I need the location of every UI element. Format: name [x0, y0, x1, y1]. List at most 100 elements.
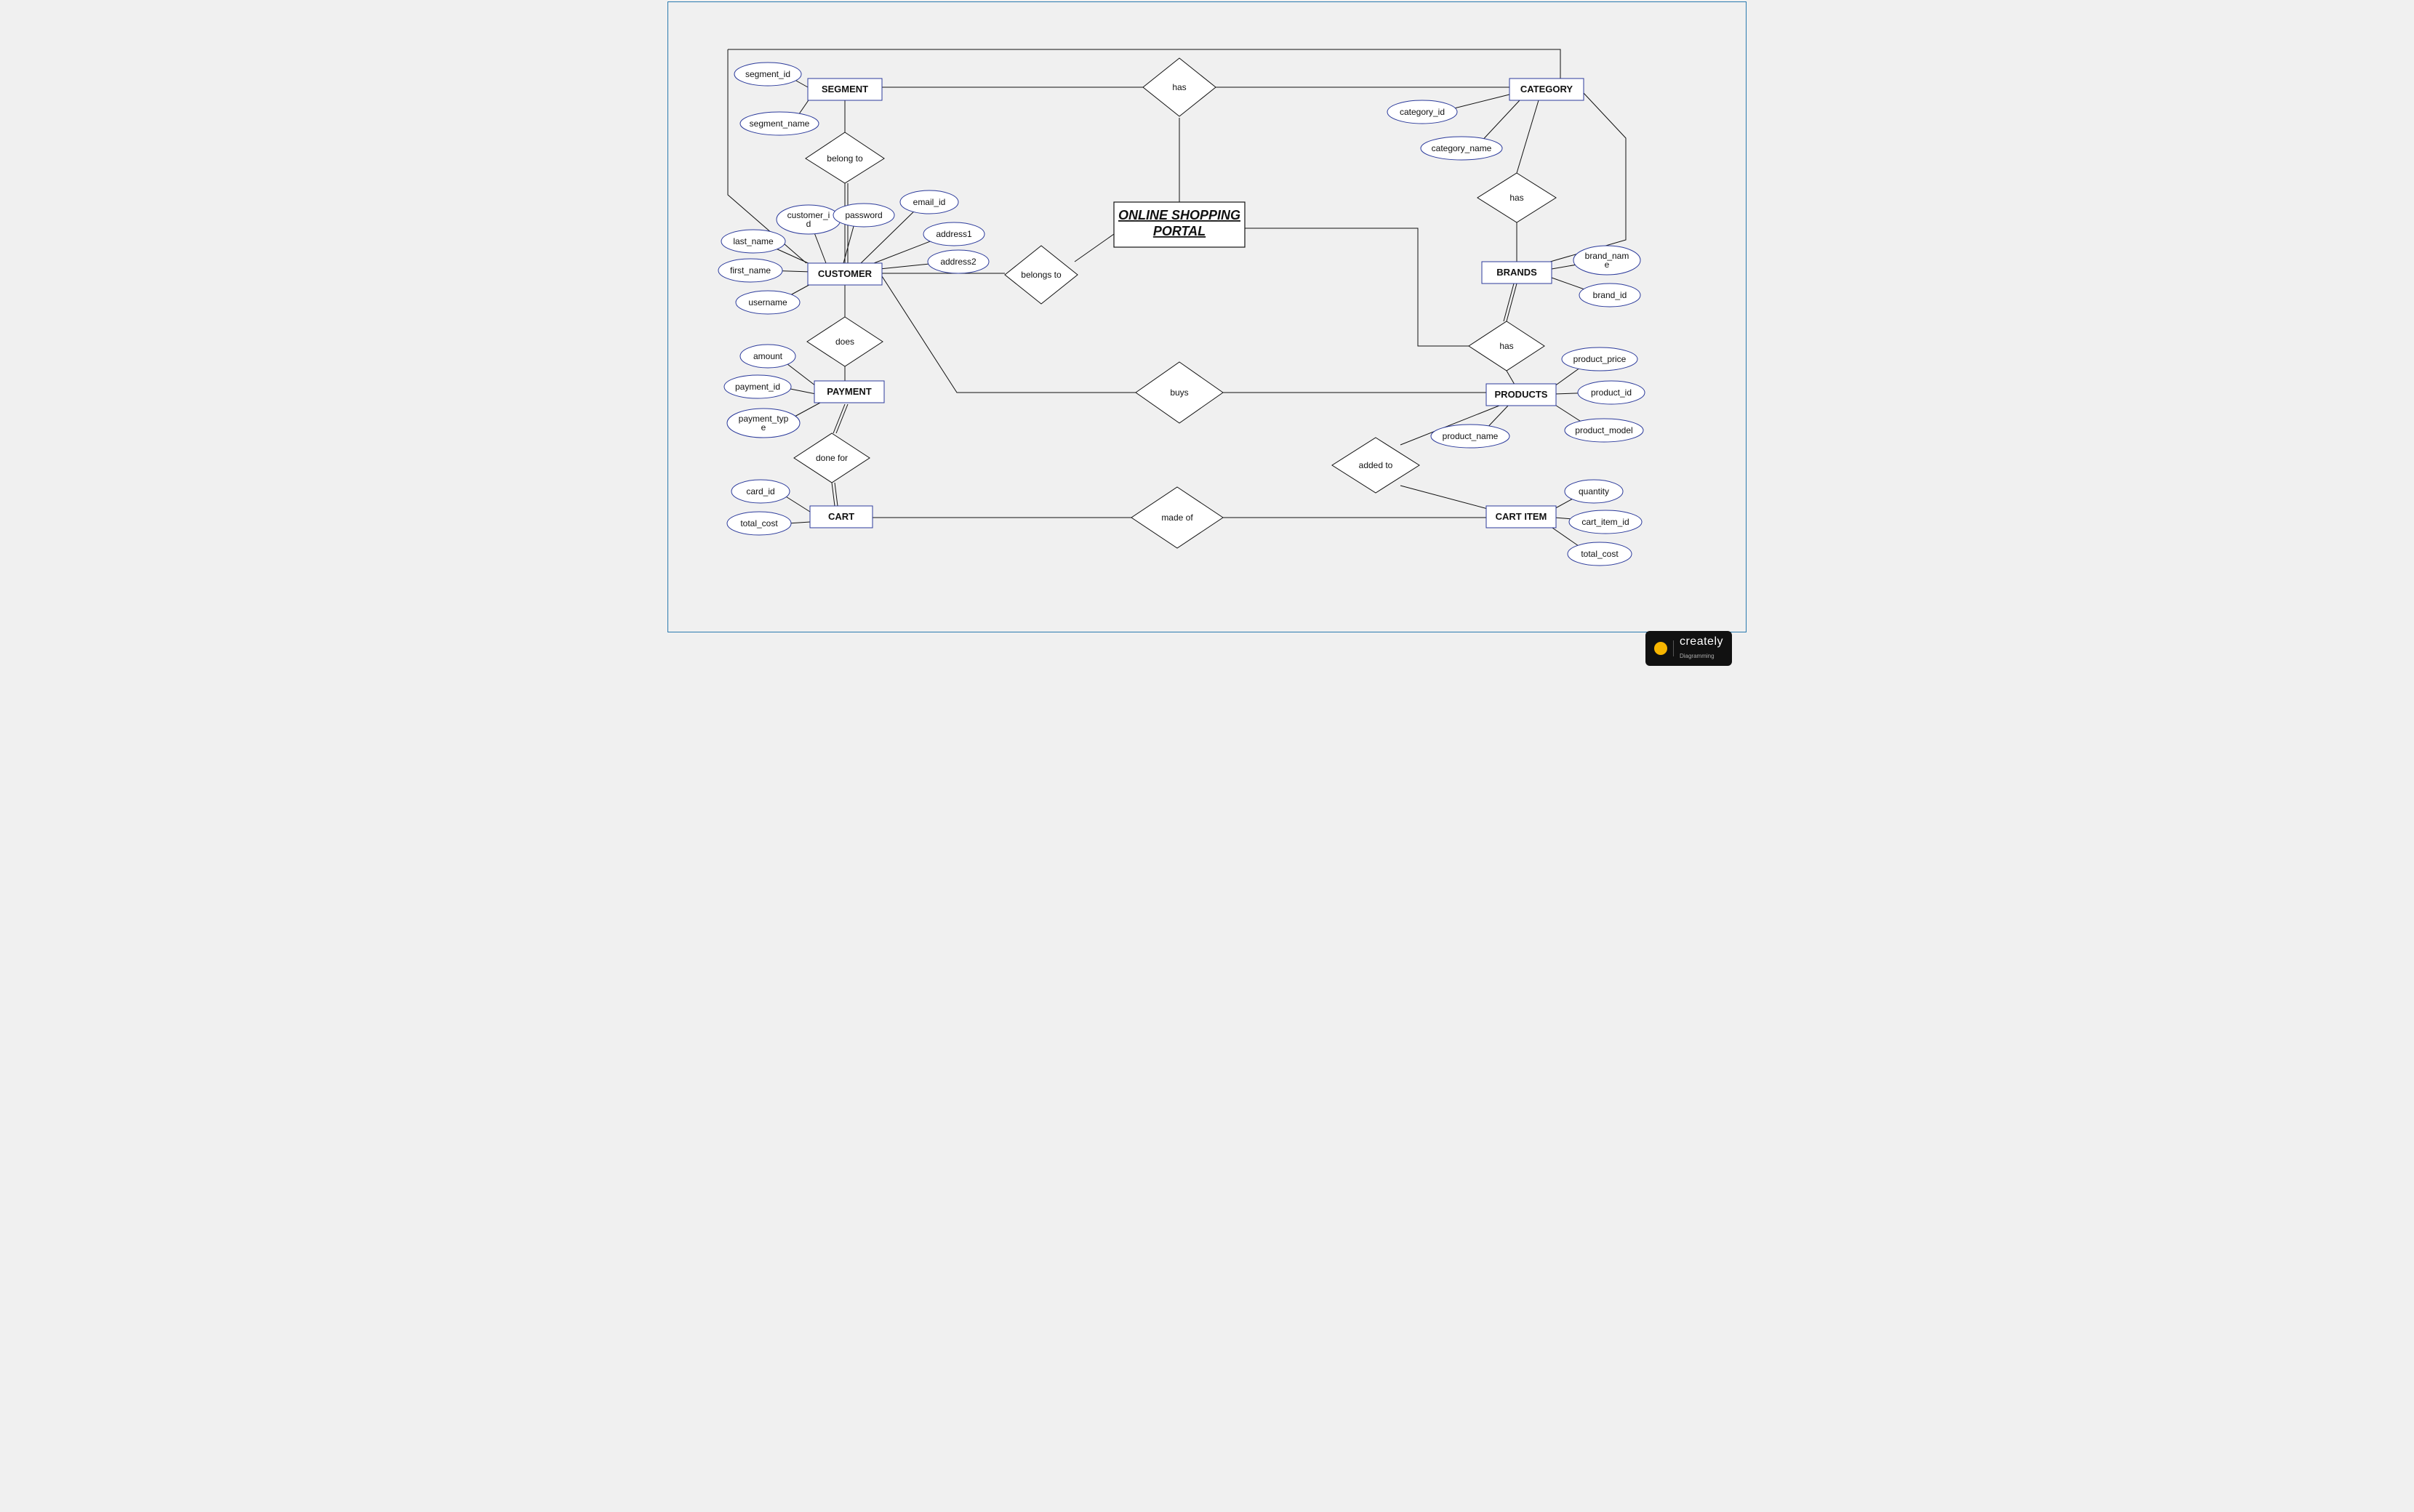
svg-text:address2: address2	[940, 257, 977, 267]
entity-cart: CART	[810, 506, 873, 528]
label-customer: CUSTOMER	[818, 268, 873, 279]
rel-has-segment-category: has	[1143, 58, 1216, 116]
attr-brand-name: brand_name	[1573, 246, 1640, 275]
svg-text:amount: amount	[753, 351, 783, 361]
logo-divider	[1673, 640, 1674, 656]
entity-segment: SEGMENT	[808, 79, 882, 100]
svg-text:product_name: product_name	[1443, 431, 1499, 441]
label-buys: buys	[1170, 387, 1188, 398]
bulb-icon	[1654, 642, 1667, 655]
svg-text:product_price: product_price	[1573, 354, 1627, 364]
edges	[728, 49, 1626, 552]
rel-made-of: made of	[1131, 487, 1223, 548]
brand-tag: Diagramming	[1680, 653, 1715, 659]
attr-email-id: email_id	[900, 190, 958, 214]
attr-category-id: category_id	[1387, 100, 1457, 124]
svg-text:total_cost: total_cost	[740, 518, 778, 528]
svg-text:quantity: quantity	[1579, 486, 1609, 496]
label-has2: has	[1509, 193, 1523, 203]
label-cart-item: CART ITEM	[1496, 511, 1547, 522]
svg-text:password: password	[845, 210, 882, 220]
label-belongs-to: belongs to	[1021, 270, 1062, 280]
rel-does: does	[807, 317, 883, 366]
svg-text:product_id: product_id	[1591, 387, 1632, 398]
attr-product-name: product_name	[1431, 425, 1509, 448]
label-products: PRODUCTS	[1495, 389, 1548, 400]
label-cart: CART	[828, 511, 854, 522]
svg-text:total_cost: total_cost	[1581, 549, 1619, 559]
label-category: CATEGORY	[1520, 84, 1573, 94]
logo-text: creately Diagramming	[1680, 635, 1723, 662]
attr-category-name: category_name	[1421, 137, 1502, 160]
attr-cart-total-cost: total_cost	[727, 512, 791, 535]
attr-card-id: card_id	[731, 480, 790, 503]
label-does: does	[835, 337, 854, 347]
svg-text:category_name: category_name	[1432, 143, 1492, 153]
entity-brands: BRANDS	[1482, 262, 1552, 284]
svg-text:address1: address1	[936, 229, 972, 239]
portal-title-line1: ONLINE SHOPPING	[1118, 208, 1240, 222]
attr-cart-item-id: cart_item_id	[1569, 510, 1642, 534]
svg-text:e: e	[761, 422, 766, 433]
svg-text:category_id: category_id	[1400, 107, 1445, 117]
entity-customer: CUSTOMER	[808, 263, 882, 285]
label-has3: has	[1499, 341, 1513, 351]
attr-payment-id: payment_id	[724, 375, 791, 398]
svg-text:email_id: email_id	[913, 197, 946, 207]
attr-password: password	[833, 204, 894, 227]
attr-customer-id: customer_id	[777, 205, 841, 234]
rel-has-category-brands: has	[1477, 173, 1556, 222]
svg-text:e: e	[1605, 260, 1610, 270]
rel-has-brands-products: has	[1469, 321, 1544, 371]
entity-cart-item: CART ITEM	[1486, 506, 1556, 528]
label-segment: SEGMENT	[822, 84, 868, 94]
rel-added-to: added to	[1332, 438, 1419, 493]
label-payment: PAYMENT	[827, 386, 871, 397]
label-added-to: added to	[1359, 460, 1393, 470]
svg-text:first_name: first_name	[730, 265, 771, 276]
rel-buys: buys	[1136, 362, 1223, 423]
attr-product-price: product_price	[1562, 347, 1637, 371]
attr-payment-type: payment_type	[727, 409, 800, 438]
svg-text:segment_name: segment_name	[750, 118, 810, 129]
attr-product-model: product_model	[1565, 419, 1643, 442]
attr-cart-item-total-cost: total_cost	[1568, 542, 1632, 566]
attr-username: username	[736, 291, 800, 314]
creately-logo: creately Diagramming	[1645, 631, 1732, 666]
rel-belong-to: belong to	[806, 132, 884, 183]
svg-text:payment_id: payment_id	[735, 382, 780, 392]
label-made-of: made of	[1161, 512, 1193, 523]
attr-segment-id: segment_id	[734, 63, 801, 86]
page: ONLINE SHOPPING PORTAL SEGMENT CATEGORY …	[666, 0, 1748, 677]
svg-text:segment_id: segment_id	[745, 69, 790, 79]
attr-amount: amount	[740, 345, 795, 368]
attr-first-name: first_name	[718, 259, 782, 282]
entity-products: PRODUCTS	[1486, 384, 1556, 406]
attr-quantity: quantity	[1565, 480, 1623, 503]
svg-text:last_name: last_name	[733, 236, 774, 246]
er-diagram: ONLINE SHOPPING PORTAL SEGMENT CATEGORY …	[666, 0, 1748, 632]
entity-payment: PAYMENT	[814, 381, 884, 403]
svg-text:cart_item_id: cart_item_id	[1581, 517, 1629, 527]
label-has1: has	[1172, 82, 1186, 92]
entity-portal: ONLINE SHOPPING PORTAL	[1114, 202, 1245, 247]
label-brands: BRANDS	[1496, 267, 1537, 278]
portal-title-line2: PORTAL	[1153, 224, 1206, 238]
svg-text:product_model: product_model	[1575, 425, 1632, 435]
label-done-for: done for	[816, 453, 848, 463]
attr-brand-id: brand_id	[1579, 284, 1640, 307]
attr-product-id: product_id	[1578, 381, 1645, 404]
brand-name: creately	[1680, 635, 1723, 648]
entity-category: CATEGORY	[1509, 79, 1584, 100]
rel-belongs-to: belongs to	[1005, 246, 1078, 304]
svg-text:d: d	[806, 219, 811, 229]
attr-address2: address2	[928, 250, 989, 273]
label-belong-to: belong to	[827, 153, 863, 164]
svg-text:card_id: card_id	[746, 486, 774, 496]
rel-done-for: done for	[794, 433, 870, 483]
attr-segment-name: segment_name	[740, 112, 819, 135]
attr-last-name: last_name	[721, 230, 785, 253]
svg-text:username: username	[748, 297, 787, 307]
attr-address1: address1	[923, 222, 985, 246]
svg-text:brand_id: brand_id	[1593, 290, 1627, 300]
